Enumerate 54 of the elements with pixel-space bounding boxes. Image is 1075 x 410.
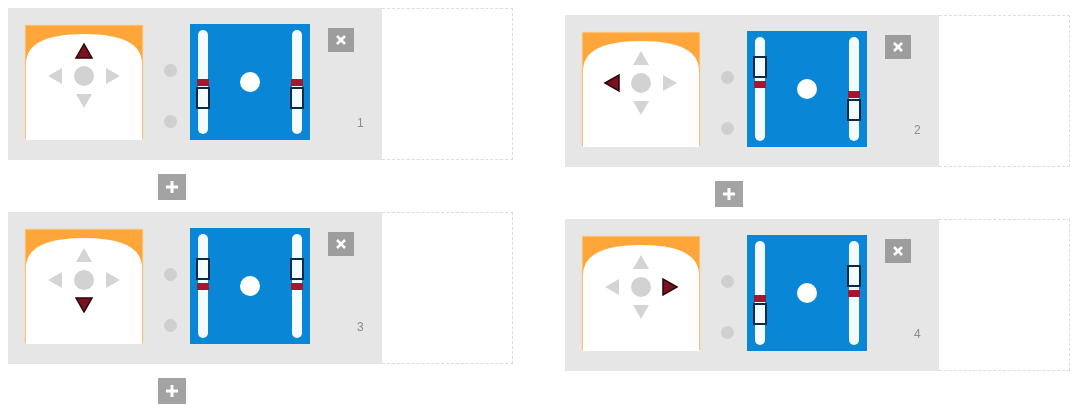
- close-icon: [892, 41, 904, 53]
- slider-track[interactable]: [755, 241, 765, 345]
- slider-marker[interactable]: [197, 79, 209, 86]
- center-button[interactable]: [74, 270, 94, 290]
- step-number: 2: [914, 123, 921, 137]
- add-button[interactable]: [715, 181, 743, 207]
- plus-icon: [722, 187, 736, 201]
- center-button[interactable]: [74, 66, 94, 86]
- step-number: 3: [357, 320, 364, 334]
- slider-handle[interactable]: [196, 86, 210, 109]
- close-icon: [892, 245, 904, 257]
- slider-track[interactable]: [198, 30, 208, 134]
- slider-marker[interactable]: [848, 290, 860, 297]
- close-button[interactable]: [885, 239, 911, 263]
- center-button[interactable]: [631, 73, 651, 93]
- slider-handle[interactable]: [847, 265, 861, 288]
- plus-icon: [165, 384, 179, 398]
- plus-icon: [165, 180, 179, 194]
- close-icon: [335, 34, 347, 46]
- slider-marker[interactable]: [754, 295, 766, 303]
- add-button[interactable]: [158, 174, 186, 200]
- close-button[interactable]: [328, 28, 354, 52]
- slider-handle[interactable]: [753, 302, 767, 325]
- close-icon: [335, 238, 347, 250]
- slider-track[interactable]: [849, 241, 859, 345]
- arrow-icon[interactable]: [74, 42, 94, 59]
- slider-handle[interactable]: [290, 86, 304, 109]
- center-dot: [240, 276, 260, 296]
- slider-handle[interactable]: [847, 98, 861, 121]
- close-button[interactable]: [885, 35, 911, 59]
- slider-handle[interactable]: [196, 258, 210, 281]
- slider-marker[interactable]: [291, 79, 303, 86]
- add-button[interactable]: [158, 378, 186, 404]
- slider-handle[interactable]: [290, 258, 304, 281]
- arrow-icon[interactable]: [603, 73, 620, 93]
- slider-track[interactable]: [292, 234, 302, 338]
- slider-marker[interactable]: [197, 283, 209, 290]
- step-number: 1: [357, 116, 364, 130]
- step-number: 4: [914, 327, 921, 341]
- slider-marker[interactable]: [291, 283, 303, 290]
- center-button[interactable]: [631, 277, 651, 297]
- slider-handle[interactable]: [753, 56, 767, 79]
- center-dot: [797, 79, 817, 99]
- center-dot: [797, 283, 817, 303]
- slider-track[interactable]: [849, 37, 859, 141]
- arrow-icon[interactable]: [662, 277, 679, 297]
- slider-track[interactable]: [755, 37, 765, 141]
- center-dot: [240, 72, 260, 92]
- slider-marker[interactable]: [848, 91, 860, 99]
- arrow-icon[interactable]: [74, 297, 94, 314]
- slider-marker[interactable]: [754, 80, 766, 88]
- close-button[interactable]: [328, 232, 354, 256]
- slider-track[interactable]: [292, 30, 302, 134]
- slider-track[interactable]: [198, 234, 208, 338]
